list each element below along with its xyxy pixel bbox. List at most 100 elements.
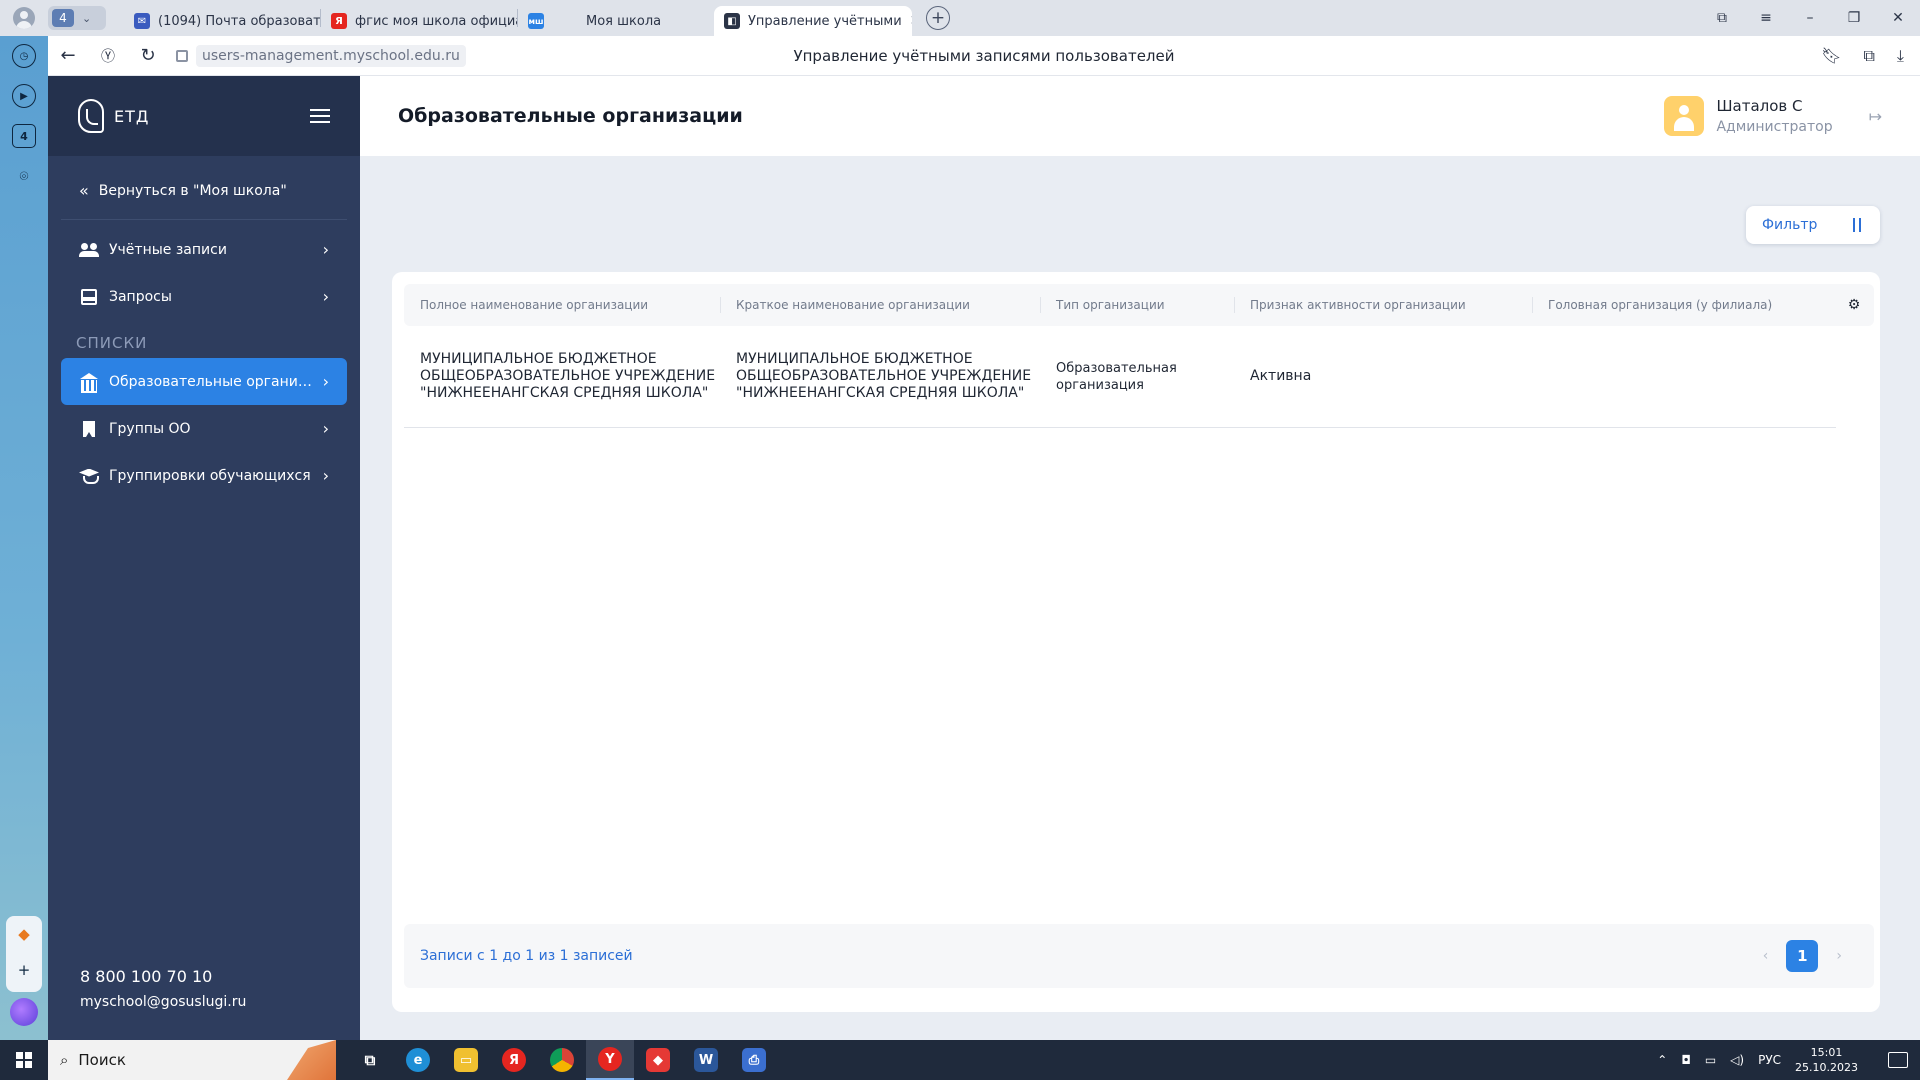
page-button-current[interactable]: 1 xyxy=(1786,940,1819,972)
file-explorer-icon[interactable]: ▭ xyxy=(442,1040,490,1080)
window-controls: ⧉ ≡ – ❐ ✕ xyxy=(1700,0,1920,36)
tab-counter-icon[interactable]: 4 xyxy=(12,124,36,148)
edge-browser-icon[interactable]: e xyxy=(394,1040,442,1080)
sidebar-item-organizations[interactable]: Образовательные организа... › xyxy=(61,358,347,405)
url-text: users-management.myschool.edu.ru xyxy=(196,44,466,67)
address-bar-actions: 🔖︎ ⧉ ⤓ xyxy=(1821,46,1920,66)
download-icon[interactable]: ⤓ xyxy=(1897,46,1904,66)
tab-user-management[interactable]: ◧ Управление учётными ✕ xyxy=(714,6,912,36)
next-page-icon[interactable]: › xyxy=(1836,948,1842,964)
support-email[interactable]: myschool@gosuslugi.ru xyxy=(80,994,246,1010)
cell-full-name: МУНИЦИПАЛЬНОЕ БЮДЖЕТНОЕ ОБЩЕОБРАЗОВАТЕЛЬ… xyxy=(420,351,716,401)
history-icon[interactable]: ◷ xyxy=(12,44,36,68)
reload-icon[interactable]: ↻ xyxy=(128,45,168,66)
widget-icon[interactable]: ◆ xyxy=(12,922,36,946)
windows-start-button[interactable] xyxy=(0,1040,48,1080)
clock-date: 25.10.2023 xyxy=(1795,1061,1858,1074)
table-settings-gear-icon[interactable]: ⚙ xyxy=(1834,284,1874,326)
sidebar-item-label: Группировки обучающихся xyxy=(109,467,311,484)
camera-icon[interactable]: ◘ xyxy=(1681,1053,1691,1067)
menu-icon[interactable]: ≡ xyxy=(1744,10,1788,26)
filter-button[interactable]: Фильтр xyxy=(1746,206,1880,244)
yandex-home-icon[interactable]: Ⓨ xyxy=(88,46,128,66)
cell-type: Образовательная организация xyxy=(1056,360,1177,393)
tray-expand-icon[interactable]: ⌃ xyxy=(1657,1053,1667,1067)
yandex-app-icon[interactable]: Я xyxy=(490,1040,538,1080)
tab-label: Моя школа xyxy=(586,13,662,29)
alice-assistant-icon[interactable] xyxy=(10,998,38,1026)
tab-yandex-search[interactable]: Я фгис моя школа официал xyxy=(321,6,517,36)
support-contacts: 8 800 100 70 10 myschool@gosuslugi.ru xyxy=(80,967,246,1010)
user-name: Шаталов С xyxy=(1716,97,1803,115)
mail-icon: ✉ xyxy=(134,13,150,29)
printer-app-icon[interactable]: ⎙ xyxy=(730,1040,778,1080)
logout-icon[interactable]: ↦ xyxy=(1869,107,1882,126)
sliders-icon xyxy=(1850,218,1864,232)
profile-avatar-icon xyxy=(13,7,35,29)
close-tab-icon[interactable]: ✕ xyxy=(910,13,912,29)
url-field[interactable]: users-management.myschool.edu.ru xyxy=(176,44,466,67)
network-icon[interactable]: ▭ xyxy=(1705,1053,1716,1067)
chevron-right-icon: › xyxy=(322,372,329,391)
minimize-icon[interactable]: – xyxy=(1788,10,1832,26)
table-row[interactable]: МУНИЦИПАЛЬНОЕ БЮДЖЕТНОЕ ОБЩЕОБРАЗОВАТЕЛЬ… xyxy=(404,326,1836,428)
column-header-activity[interactable]: Признак активности организации xyxy=(1234,284,1532,326)
filter-label: Фильтр xyxy=(1762,217,1818,233)
sidebar-item-oo-groups[interactable]: Группы ОО › xyxy=(61,405,347,452)
screenshot-icon[interactable]: ⌾ xyxy=(12,164,36,188)
yandex-browser-icon[interactable]: Y xyxy=(586,1040,634,1080)
address-bar: ← Ⓨ ↻ users-management.myschool.edu.ru У… xyxy=(48,36,1920,76)
chevron-right-icon: › xyxy=(322,419,329,438)
column-header-short-name[interactable]: Краткое наименование организации xyxy=(720,284,1040,326)
anydesk-icon[interactable]: ◆ xyxy=(634,1040,682,1080)
profile-button[interactable] xyxy=(0,0,48,36)
add-icon[interactable]: + xyxy=(12,958,36,982)
organizations-table-card: Полное наименование организации Краткое … xyxy=(392,272,1880,1012)
tab-group-button[interactable]: 4 ⌄ xyxy=(48,6,106,30)
myschool-icon: мш xyxy=(528,13,544,29)
language-indicator[interactable]: РУС xyxy=(1758,1053,1781,1067)
play-icon[interactable]: ▶ xyxy=(12,84,36,108)
windows-logo-icon xyxy=(16,1052,32,1068)
records-summary: Записи с 1 до 1 из 1 записей xyxy=(420,948,633,964)
word-icon[interactable]: W xyxy=(682,1040,730,1080)
bookmarks-panel-icon[interactable]: ⧉ xyxy=(1700,10,1744,26)
side-widgets-panel: ◆ + xyxy=(6,916,42,992)
new-tab-button[interactable]: + xyxy=(926,6,950,30)
chevron-right-icon: › xyxy=(322,287,329,306)
notifications-icon[interactable] xyxy=(1888,1052,1908,1068)
bookmark-icon[interactable]: 🔖︎ xyxy=(1821,46,1841,66)
taskbar-search[interactable]: ⌕ Поиск xyxy=(48,1040,336,1080)
inbox-icon xyxy=(79,287,99,307)
sidebar-item-requests[interactable]: Запросы › xyxy=(61,273,347,320)
browser-tab-bar: 4 ⌄ ✉ (1094) Почта образовател Я фгис мо… xyxy=(0,0,1920,36)
task-view-icon[interactable]: ⧉ xyxy=(346,1040,394,1080)
os-taskbar: ⌕ Поиск ⧉ e ▭ Я Y ◆ W ⎙ ⌃ ◘ ▭ ◁) РУС 15:… xyxy=(0,1040,1920,1080)
sidebar-item-accounts[interactable]: Учётные записи › xyxy=(61,226,347,273)
chevron-right-icon: › xyxy=(322,466,329,485)
back-to-myschool-link[interactable]: « Вернуться в "Моя школа" xyxy=(61,162,347,220)
column-header-full-name[interactable]: Полное наименование организации xyxy=(404,284,720,326)
hamburger-menu-icon[interactable] xyxy=(310,109,330,123)
sidebar-section-lists: СПИСКИ xyxy=(76,334,148,352)
chrome-icon[interactable] xyxy=(538,1040,586,1080)
restore-icon[interactable]: ❐ xyxy=(1832,10,1876,26)
back-arrow-icon[interactable]: ← xyxy=(48,45,88,66)
prev-page-icon[interactable]: ‹ xyxy=(1763,948,1769,964)
tab-my-school[interactable]: мш Моя школа xyxy=(518,6,714,36)
cell-activity: Активна xyxy=(1250,368,1312,384)
logo[interactable]: ЕТД xyxy=(78,99,149,133)
volume-icon[interactable]: ◁) xyxy=(1730,1053,1744,1067)
clock[interactable]: 15:01 25.10.2023 xyxy=(1795,1045,1858,1075)
chevron-right-icon: › xyxy=(322,240,329,259)
column-header-parent-org[interactable]: Головная организация (у филиала) xyxy=(1532,284,1822,326)
tab-mail[interactable]: ✉ (1094) Почта образовател xyxy=(124,6,320,36)
table-header: Полное наименование организации Краткое … xyxy=(404,284,1874,326)
close-window-icon[interactable]: ✕ xyxy=(1876,10,1920,26)
sidebar-item-student-groupings[interactable]: Группировки обучающихся › xyxy=(61,452,347,499)
sidebar-header: ЕТД xyxy=(48,76,360,156)
column-header-type[interactable]: Тип организации xyxy=(1040,284,1234,326)
collections-icon[interactable]: ⧉ xyxy=(1863,46,1874,66)
taskbar-apps: ⧉ e ▭ Я Y ◆ W ⎙ xyxy=(346,1040,778,1080)
user-profile[interactable]: Шаталов С Администратор ↦ xyxy=(1664,96,1882,136)
